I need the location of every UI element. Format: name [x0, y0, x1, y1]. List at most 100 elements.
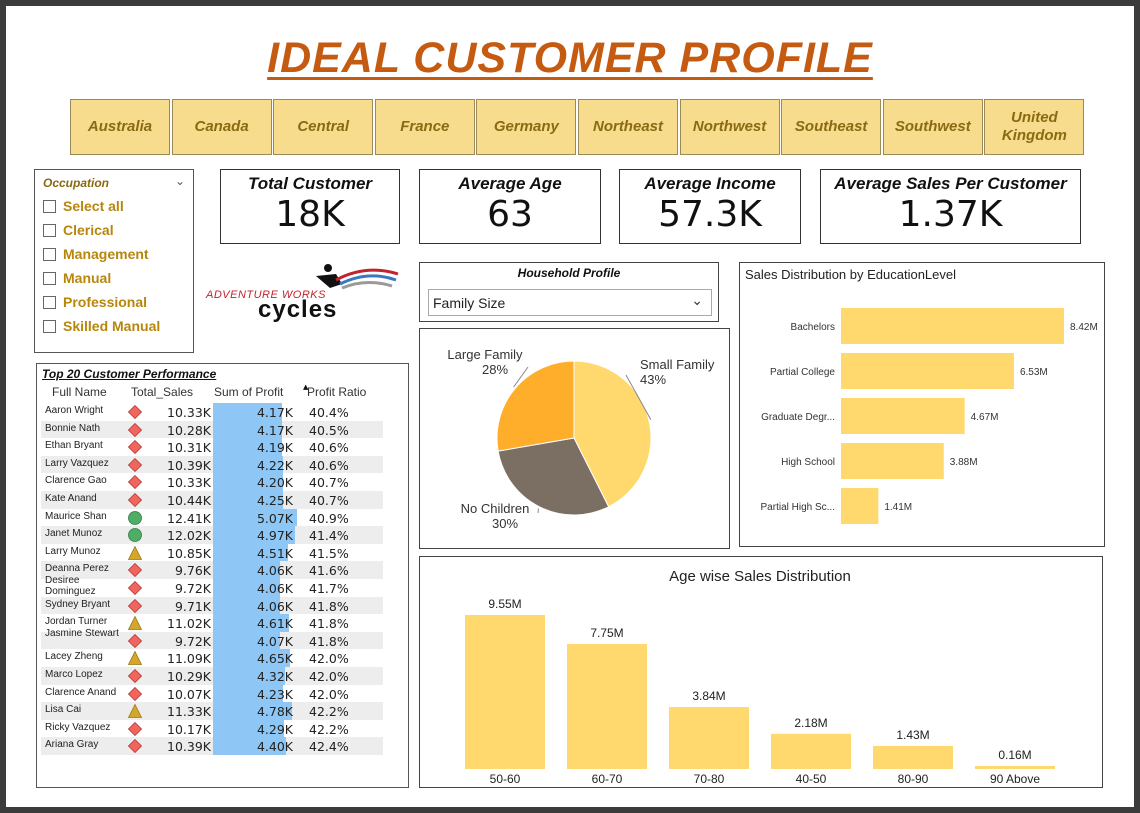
occupation-option-select-all[interactable]: Select all	[43, 198, 185, 214]
table-row[interactable]: Bonnie Nath 10.28K 4.17K 40.5%	[41, 420, 383, 439]
diamond-red-icon	[128, 581, 142, 595]
bar-partial-high-sc[interactable]	[841, 488, 879, 524]
cell-total-sales: 9.72K	[174, 581, 211, 596]
table-row[interactable]: Janet Munoz 12.02K 4.97K 41.4%	[41, 526, 383, 544]
data-label: 3.88M	[950, 457, 978, 468]
bar-40-50[interactable]	[771, 733, 851, 769]
table-row[interactable]: Larry Vazquez 10.39K 4.22K 40.6%	[41, 455, 383, 474]
bar-80-90[interactable]	[873, 745, 953, 769]
category-label: 90 Above	[990, 772, 1040, 786]
household-profile-dropdown[interactable]: Family Size ⌄	[428, 289, 712, 316]
pie-slice-large-family[interactable]	[496, 360, 575, 452]
chevron-down-icon[interactable]: ⌄	[175, 174, 185, 188]
cell-sum-of-profit: 4.06K	[256, 598, 293, 614]
occupation-option-label: Management	[63, 246, 149, 262]
cell-sum-of-profit: 4.22K	[256, 457, 293, 473]
cell-sum-of-profit: 4.23K	[256, 686, 293, 702]
checkbox[interactable]	[43, 247, 56, 261]
table-row[interactable]: Lisa Cai 11.33K 4.78K 42.2%	[41, 702, 383, 720]
region-button-southeast[interactable]: Southeast	[781, 99, 882, 155]
occupation-option-label: Skilled Manual	[63, 318, 161, 334]
table-row[interactable]: Clarence Anand 10.07K 4.23K 42.0%	[41, 684, 383, 703]
bar-partial-college[interactable]	[841, 353, 1014, 389]
occupation-option-management[interactable]: Management	[43, 246, 185, 262]
bar-50-60[interactable]	[465, 615, 545, 769]
checkbox[interactable]	[43, 199, 56, 213]
col-header-total-sales[interactable]: Total_Sales	[131, 385, 193, 399]
region-button-northwest[interactable]: Northwest	[679, 99, 780, 155]
occupation-option-clerical[interactable]: Clerical	[43, 222, 185, 238]
table-row[interactable]: Aaron Wright 10.33K 4.17K 40.4%	[41, 403, 383, 421]
cell-profit-ratio: 42.0%	[309, 669, 349, 684]
diamond-red-icon	[128, 422, 142, 437]
table-row[interactable]: Clarence Gao 10.33K 4.20K 40.7%	[41, 473, 383, 491]
cell-total-sales: 10.44K	[167, 493, 211, 508]
checkbox[interactable]	[43, 271, 56, 285]
table-row[interactable]: Lacey Zheng 11.09K 4.65K 42.0%	[41, 649, 383, 667]
bar-90-above[interactable]	[975, 766, 1055, 769]
kpi-label: Total Customer	[247, 174, 373, 193]
region-button-france[interactable]: France	[374, 99, 475, 155]
table-row[interactable]: Ariana Gray 10.39K 4.40K 42.4%	[41, 737, 383, 755]
chart-title: Age wise Sales Distribution	[669, 568, 851, 585]
cell-profit-ratio: 40.9%	[309, 510, 349, 526]
sort-ascending-icon[interactable]: ▲	[303, 383, 308, 391]
table-row[interactable]: Desiree Dominguez 9.72K 4.06K 41.7%	[41, 575, 383, 597]
cell-sum-of-profit: 4.61K	[256, 616, 293, 632]
col-header-sum-of-profit[interactable]: Sum of Profit	[214, 385, 283, 399]
cell-profit-ratio: 40.6%	[309, 440, 349, 456]
region-button-australia[interactable]: Australia	[70, 99, 170, 155]
table-row[interactable]: Sydney Bryant 9.71K 4.06K 41.8%	[41, 596, 383, 615]
cell-sum-of-profit: 4.40K	[256, 739, 293, 755]
cell-total-sales: 10.07K	[167, 686, 211, 702]
occupation-option-skilled-manual[interactable]: Skilled Manual	[43, 318, 185, 334]
cell-full-name: Deanna Perez	[45, 563, 109, 575]
dropdown-selected-value: Family Size	[433, 295, 506, 311]
region-button-united-kingdom[interactable]: United Kingdom	[984, 99, 1085, 155]
occupation-option-professional[interactable]: Professional	[43, 294, 185, 310]
table-row[interactable]: Kate Anand 10.44K 4.25K 40.7%	[41, 491, 383, 509]
cell-full-name: Janet Munoz	[45, 528, 103, 540]
table-row[interactable]: Ethan Bryant 10.31K 4.19K 40.6%	[41, 438, 383, 456]
checkbox[interactable]	[43, 295, 56, 309]
table-row[interactable]: Jasmine Stewart 9.72K 4.07K 41.8%	[41, 628, 383, 650]
region-button-southwest[interactable]: Southwest	[882, 99, 983, 155]
bar-graduate-degr[interactable]	[841, 398, 965, 434]
checkbox[interactable]	[43, 223, 56, 237]
data-label: 4.67M	[971, 412, 999, 423]
region-button-germany[interactable]: Germany	[476, 99, 577, 155]
checkbox[interactable]	[43, 319, 56, 333]
triangle-yellow-icon	[128, 616, 142, 631]
cell-full-name: Ricky Vazquez	[45, 721, 111, 733]
bar-high-school[interactable]	[841, 443, 944, 479]
table-row[interactable]: Marco Lopez 10.29K 4.32K 42.0%	[41, 667, 383, 685]
cell-total-sales: 10.17K	[167, 721, 211, 737]
cell-total-sales: 11.02K	[167, 616, 211, 632]
col-header-full-name[interactable]: Full Name	[52, 385, 107, 399]
occupation-slicer-title: Occupation	[43, 176, 110, 190]
table-row[interactable]: Ricky Vazquez 10.17K 4.29K 42.2%	[41, 719, 383, 738]
table-row[interactable]: Maurice Shan 12.41K 5.07K 40.9%	[41, 508, 383, 527]
region-button-canada[interactable]: Canada	[171, 99, 272, 155]
col-header-profit-ratio[interactable]: Profit Ratio	[307, 385, 366, 399]
data-label: 2.18M	[794, 716, 827, 730]
region-button-northeast[interactable]: Northeast	[578, 99, 678, 155]
cell-profit-ratio: 42.0%	[309, 686, 349, 702]
occupation-option-manual[interactable]: Manual	[43, 270, 185, 286]
page-title: IDEAL CUSTOMER PROFILE	[267, 34, 873, 82]
pie-slice-percent: 28%	[482, 362, 508, 377]
table-row[interactable]: Larry Munoz 10.85K 4.51K 41.5%	[41, 543, 383, 562]
cell-profit-ratio: 40.7%	[309, 475, 349, 491]
circle-green-icon	[128, 510, 142, 525]
bar-60-70[interactable]	[567, 644, 647, 769]
circle-green-icon	[128, 528, 142, 543]
bar-70-80[interactable]	[669, 707, 749, 769]
pie-chart-svg: Small Family43% No Children30% Large Famil…	[447, 347, 714, 531]
cell-full-name: Aaron Wright	[45, 405, 104, 416]
cell-total-sales: 9.76K	[174, 563, 211, 579]
household-profile-slicer: Household Profile Family Size ⌄	[419, 262, 719, 322]
data-label: 3.84M	[692, 689, 725, 703]
category-label: Bachelors	[791, 322, 835, 333]
bar-bachelors[interactable]	[841, 308, 1064, 344]
region-button-central[interactable]: Central	[273, 99, 374, 155]
